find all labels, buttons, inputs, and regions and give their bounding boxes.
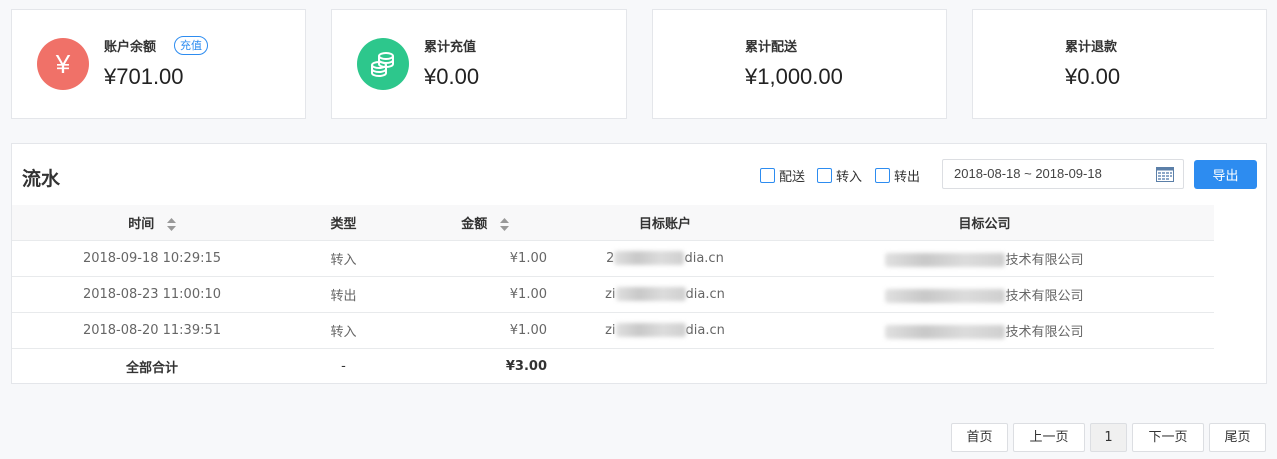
column-type: 类型	[292, 205, 395, 241]
row-target-company: 技术有限公司	[755, 312, 1214, 349]
table-row: 2018-09-18 10:29:15 转入 ¥1.00 2 dia.cn 技术有…	[12, 240, 1214, 277]
export-button[interactable]: 导出	[1194, 160, 1257, 189]
column-target-company: 目标公司	[755, 205, 1214, 241]
total-refund-label: 累计退款	[1065, 40, 1118, 55]
row-type: 转出	[292, 276, 395, 313]
current-page[interactable]: 1	[1090, 423, 1127, 452]
row-amount: ¥1.00	[395, 240, 575, 277]
yen-icon: ¥	[37, 38, 89, 90]
row-target-account: 2 dia.cn	[575, 240, 755, 277]
calendar-icon[interactable]	[1156, 166, 1174, 182]
redacted-company	[885, 253, 1006, 267]
redacted-account	[615, 287, 686, 301]
row-type: 转入	[292, 240, 395, 277]
recharge-button[interactable]: 充值	[174, 36, 208, 55]
row-type: 转入	[292, 312, 395, 349]
total-amount: ¥3.00	[395, 347, 575, 384]
last-page-button[interactable]: 尾页	[1209, 423, 1266, 452]
column-target-account: 目标账户	[575, 205, 755, 241]
row-amount: ¥1.00	[395, 276, 575, 313]
column-amount[interactable]: 金额	[395, 205, 575, 241]
ledger-panel: 流水 配送 转入 转出 2018-08-18 ~ 2018-09-18 导出 时…	[11, 143, 1267, 384]
row-target-company: 技术有限公司	[755, 240, 1214, 277]
total-delivery-card: 累计配送 ¥1,000.00	[652, 9, 947, 119]
delivery-checkbox[interactable]	[760, 168, 775, 183]
sort-icon[interactable]	[166, 217, 176, 231]
ledger-table: 时间 类型 金额 目标账户 目标公司 2018-09-18 10:29:15 转…	[12, 205, 1214, 384]
table-header: 时间 类型 金额 目标账户 目标公司	[12, 205, 1214, 241]
redacted-company	[885, 325, 1006, 339]
total-recharge-value: ¥0.00	[424, 64, 480, 89]
sort-icon[interactable]	[499, 217, 509, 231]
balance-label: 账户余额	[104, 40, 157, 55]
row-amount: ¥1.00	[395, 312, 575, 349]
prev-page-button[interactable]: 上一页	[1013, 423, 1085, 452]
table-row: 2018-08-20 11:39:51 转入 ¥1.00 zi dia.cn 技术…	[12, 312, 1214, 349]
redacted-account	[614, 251, 685, 265]
date-range-value: 2018-08-18 ~ 2018-09-18	[954, 166, 1102, 181]
row-time: 2018-09-18 10:29:15	[12, 240, 292, 277]
balance-card: ¥ 账户余额 充值 ¥701.00	[11, 9, 306, 119]
first-page-button[interactable]: 首页	[951, 423, 1008, 452]
next-page-button[interactable]: 下一页	[1132, 423, 1204, 452]
table-row: 2018-08-23 11:00:10 转出 ¥1.00 zi dia.cn 技术…	[12, 276, 1214, 313]
total-label: 全部合计	[12, 347, 292, 384]
total-delivery-value: ¥1,000.00	[745, 64, 843, 89]
row-time: 2018-08-20 11:39:51	[12, 312, 292, 349]
row-target-account: zi dia.cn	[575, 312, 755, 349]
total-recharge-label: 累计充值	[424, 40, 477, 55]
filter-transfer-in[interactable]: 转入	[817, 166, 862, 185]
redacted-company	[885, 289, 1006, 303]
redacted-account	[615, 323, 686, 337]
row-target-company: 技术有限公司	[755, 276, 1214, 313]
transfer-out-checkbox[interactable]	[875, 168, 890, 183]
filter-delivery[interactable]: 配送	[760, 166, 805, 185]
coins-icon	[357, 38, 409, 90]
filter-transfer-out[interactable]: 转出	[875, 166, 920, 185]
total-refund-value: ¥0.00	[1065, 64, 1121, 89]
ledger-title: 流水	[22, 168, 61, 190]
balance-value: ¥701.00	[104, 64, 184, 89]
total-delivery-label: 累计配送	[745, 40, 798, 55]
total-type: -	[292, 347, 395, 384]
date-range-picker[interactable]: 2018-08-18 ~ 2018-09-18	[942, 159, 1184, 189]
transfer-in-checkbox[interactable]	[817, 168, 832, 183]
column-time[interactable]: 时间	[12, 205, 292, 241]
row-time: 2018-08-23 11:00:10	[12, 276, 292, 313]
row-target-account: zi dia.cn	[575, 276, 755, 313]
total-refund-card: 累计退款 ¥0.00	[972, 9, 1267, 119]
total-recharge-card: 累计充值 ¥0.00	[331, 9, 627, 119]
total-row: 全部合计 - ¥3.00	[12, 347, 1214, 384]
